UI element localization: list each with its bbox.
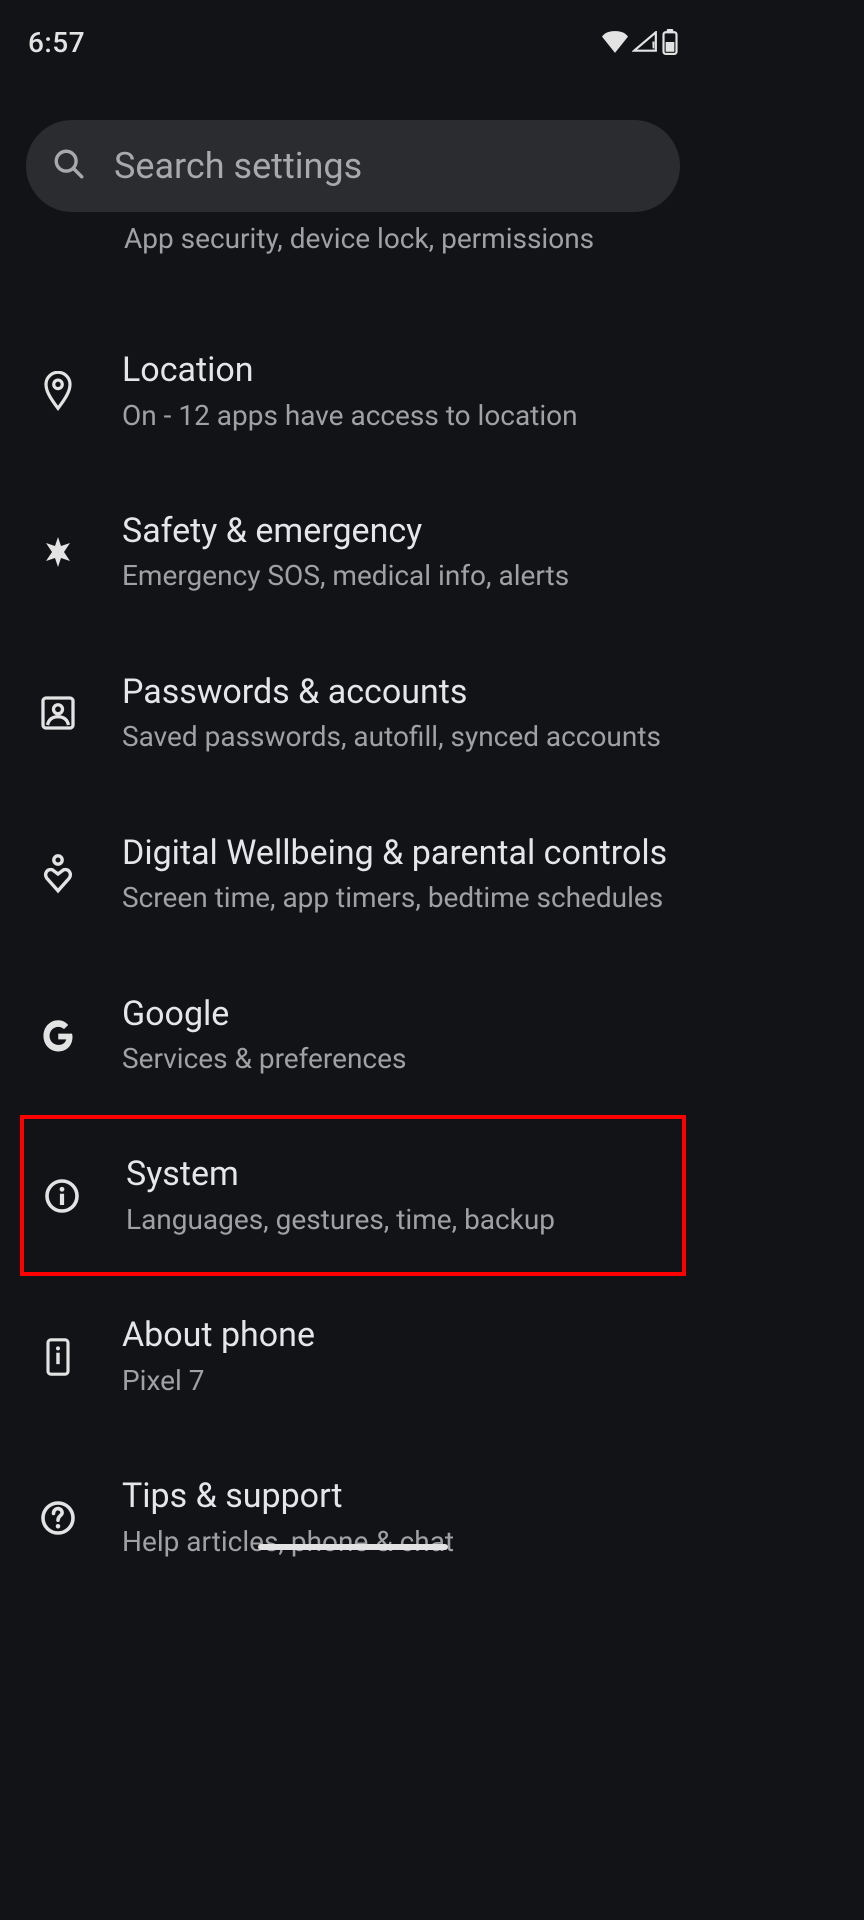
settings-item-google[interactable]: Google Services & preferences [0, 955, 706, 1116]
search-settings-input[interactable]: Search settings [26, 120, 680, 212]
item-subtitle: Help articles, phone & chat [122, 1524, 678, 1560]
item-subtitle: Pixel 7 [122, 1363, 678, 1399]
status-icons: ! [602, 29, 678, 55]
battery-icon [662, 29, 678, 55]
item-subtitle: Saved passwords, autofill, synced accoun… [122, 719, 678, 755]
nav-handle[interactable] [258, 1544, 448, 1550]
item-title: Location [122, 349, 678, 392]
settings-item-location[interactable]: Location On - 12 apps have access to loc… [0, 311, 706, 472]
status-time: 6:57 [28, 26, 85, 59]
settings-scroll[interactable]: App security, device lock, permissions L… [0, 218, 706, 1568]
settings-item-passwords[interactable]: Passwords & accounts Saved passwords, au… [0, 633, 706, 794]
google-icon [28, 1005, 88, 1065]
item-subtitle: Screen time, app timers, bedtime schedul… [122, 880, 678, 916]
account-box-icon [28, 683, 88, 743]
item-title: Digital Wellbeing & parental controls [122, 832, 678, 875]
wellbeing-icon [28, 844, 88, 904]
settings-item-wellbeing[interactable]: Digital Wellbeing & parental controls Sc… [0, 794, 706, 955]
settings-item-system[interactable]: System Languages, gestures, time, backup [20, 1115, 686, 1276]
item-subtitle: Services & preferences [122, 1041, 678, 1077]
item-subtitle: Languages, gestures, time, backup [126, 1202, 674, 1238]
cellular-signal-icon: ! [632, 31, 658, 53]
help-icon [28, 1488, 88, 1548]
search-icon [52, 147, 86, 185]
status-bar: 6:57 ! [0, 0, 706, 64]
item-title: Safety & emergency [122, 510, 678, 553]
item-title: About phone [122, 1314, 678, 1357]
svg-text:!: ! [652, 40, 656, 53]
item-title: Google [122, 993, 678, 1036]
info-icon [32, 1166, 92, 1226]
settings-item-safety[interactable]: Safety & emergency Emergency SOS, medica… [0, 472, 706, 633]
partial-item-subtitle: App security, device lock, permissions [0, 222, 706, 255]
item-title: Tips & support [122, 1475, 678, 1518]
medical-icon [28, 522, 88, 582]
settings-item-about-phone[interactable]: About phone Pixel 7 [0, 1276, 706, 1437]
location-pin-icon [28, 361, 88, 421]
search-placeholder: Search settings [114, 145, 362, 187]
item-subtitle: Emergency SOS, medical info, alerts [122, 558, 678, 594]
wifi-icon [602, 31, 628, 53]
item-title: Passwords & accounts [122, 671, 678, 714]
item-title: System [126, 1153, 674, 1196]
item-subtitle: On - 12 apps have access to location [122, 398, 678, 434]
phone-device-icon [28, 1327, 88, 1387]
